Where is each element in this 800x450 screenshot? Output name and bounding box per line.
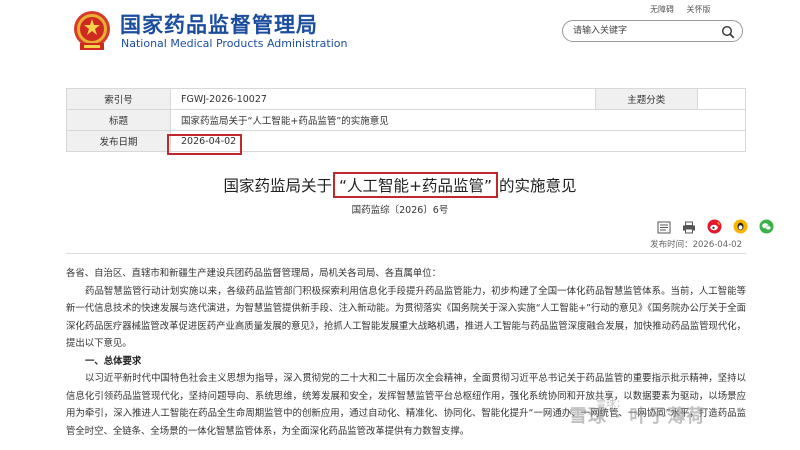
title-value: 国家药监局关于“人工智能+药品监管”的实施意见	[170, 109, 746, 131]
divider	[66, 253, 746, 254]
category-label: 主题分类	[594, 88, 698, 110]
accessibility-link[interactable]: 无障碍	[650, 5, 674, 14]
title-label: 标题	[66, 109, 171, 131]
top-links: 无障碍 关怀版	[650, 4, 721, 15]
search-box	[562, 20, 743, 42]
category-value	[696, 88, 747, 110]
qq-icon[interactable]	[733, 219, 748, 238]
national-emblem-icon	[74, 11, 110, 50]
site-subtitle: National Medical Products Administration	[121, 37, 348, 50]
article-tools	[657, 218, 780, 234]
meta-row-title: 标题 国家药监局关于“人工智能+药品监管”的实施意见	[66, 109, 746, 131]
font-size-icon[interactable]	[657, 219, 671, 238]
index-value: FGWJ-2026-10027	[170, 88, 596, 110]
section-heading-general-requirements: 一、总体要求	[85, 355, 142, 367]
search-input[interactable]	[573, 24, 713, 38]
site-header: 国家药品监督管理局 National Medical Products Admi…	[0, 0, 800, 62]
elder-care-link[interactable]: 关怀版	[687, 5, 711, 14]
wechat-icon[interactable]	[759, 219, 774, 238]
meta-row-index: 索引号 FGWJ-2026-10027 主题分类	[66, 88, 747, 110]
paragraph-intro: 药品智慧监管行动计划实施以来，各级药品监管部门积极探索利用信息化手段提升药品监管…	[66, 285, 746, 350]
date-value: 2026-04-02	[170, 130, 746, 152]
weibo-icon[interactable]	[707, 219, 722, 238]
article-title: 国家药监局关于 “人工智能+药品监管” 的实施意见	[0, 172, 800, 198]
title-suffix: 的实施意见	[499, 177, 577, 195]
publish-time: 发布时间：2026-04-02	[650, 240, 742, 250]
salutation: 各省、自治区、直辖市和新疆生产建设兵团药品监督管理局，局机关各司局、各直属单位：	[66, 268, 442, 279]
date-highlight-box	[167, 134, 242, 155]
search-icon[interactable]	[721, 25, 735, 39]
watermark-text: 雪球 · 叶子薄荷	[569, 406, 706, 427]
print-icon[interactable]	[682, 219, 696, 238]
date-label: 发布日期	[66, 130, 171, 152]
title-highlight: “人工智能+药品监管”	[332, 172, 499, 198]
document-number: 国药监综〔2026〕6号	[351, 205, 449, 216]
index-label: 索引号	[66, 88, 171, 110]
title-prefix: 国家药监局关于	[223, 177, 332, 195]
site-title[interactable]: 国家药品监督管理局	[120, 9, 318, 39]
